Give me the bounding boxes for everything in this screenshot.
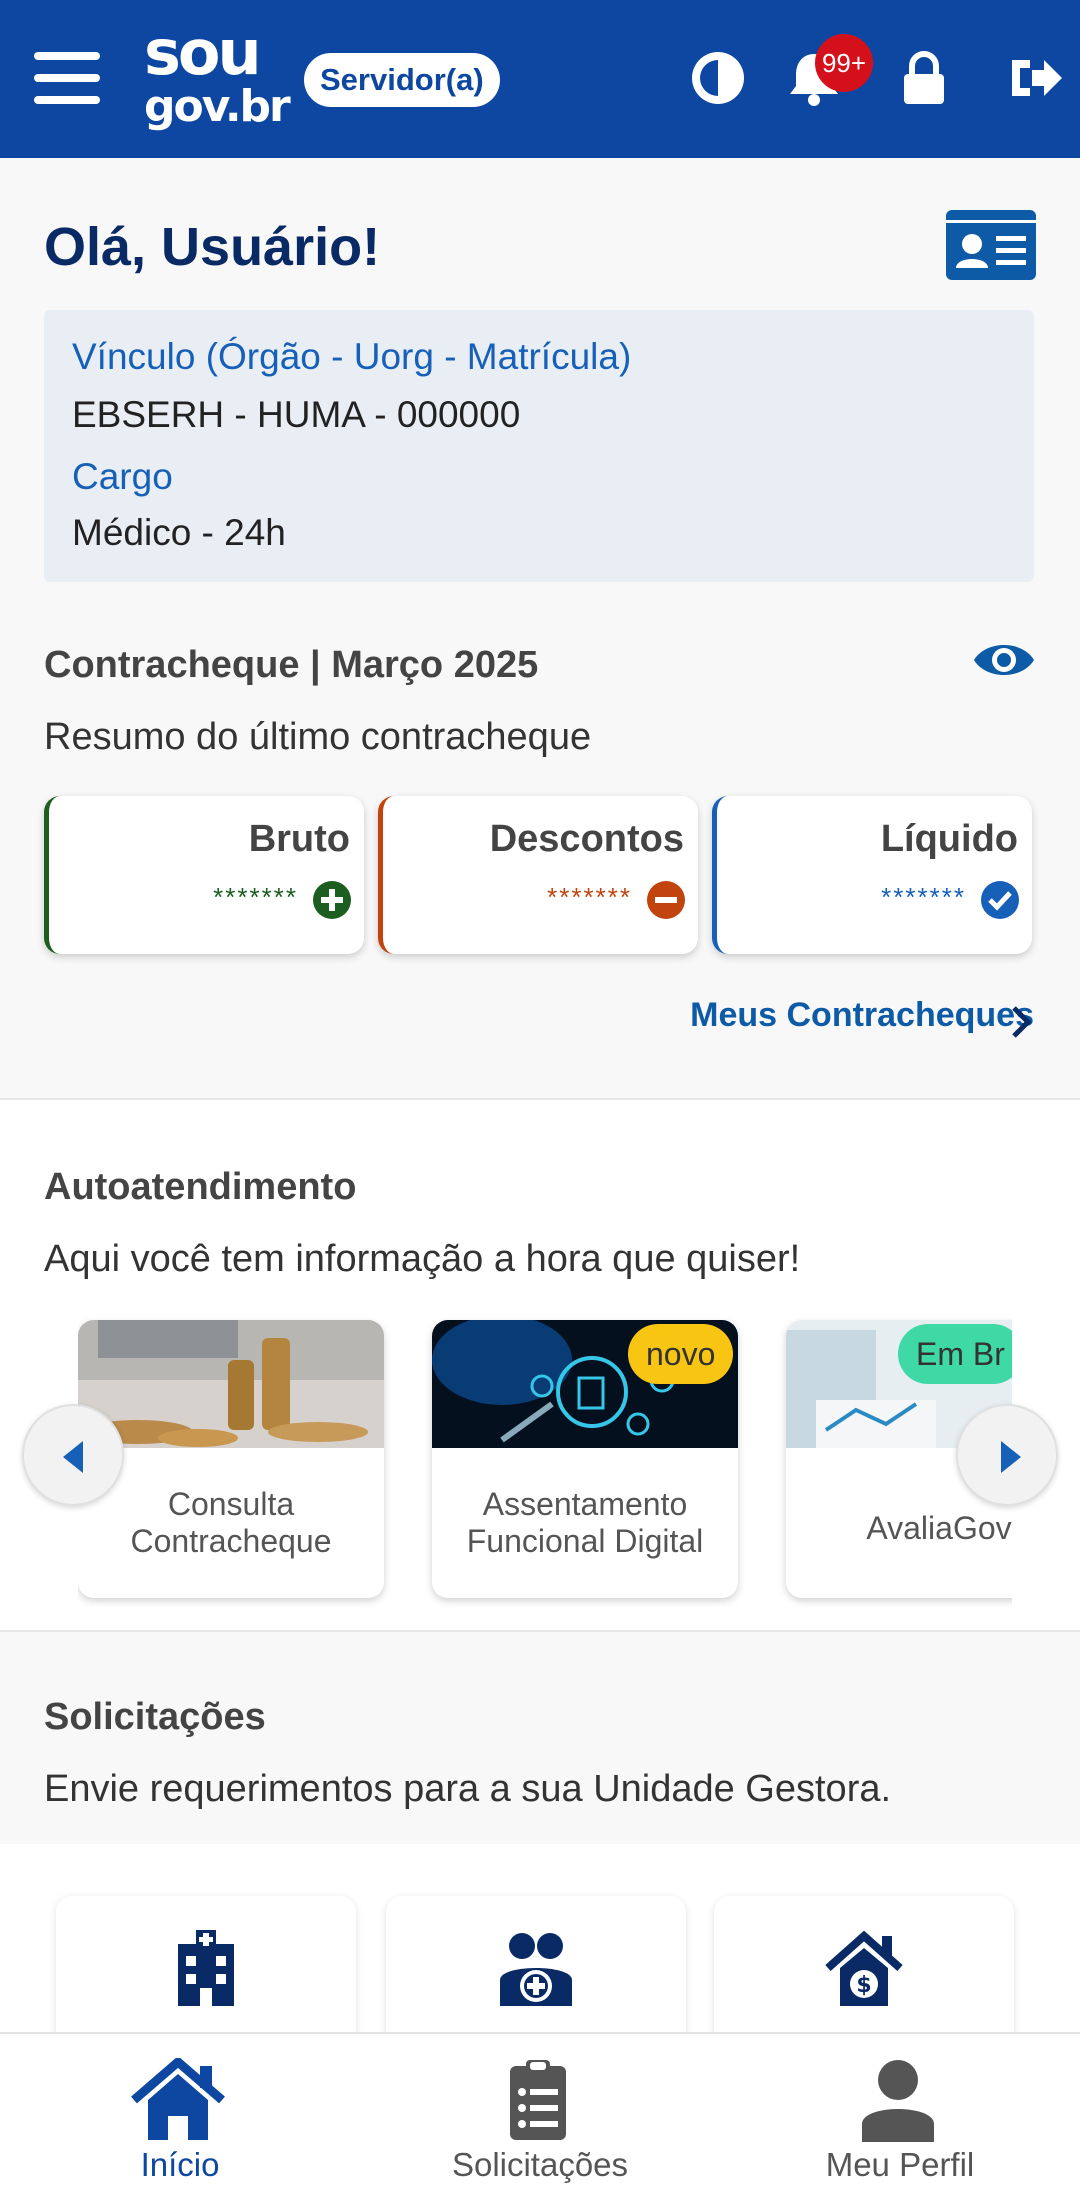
deductions-card[interactable]: Descontos ******* <box>378 796 698 954</box>
plus-circle-icon <box>313 881 351 919</box>
hospital-icon <box>178 1930 234 2006</box>
carousel-next-button[interactable] <box>956 1404 1058 1506</box>
clipboard-list-icon <box>510 2060 566 2140</box>
arrow-right-icon <box>1001 1441 1021 1473</box>
service-card-digital-record[interactable]: novo Assentamento Funcional Digital <box>432 1320 738 1598</box>
net-card[interactable]: Líquido ******* <box>712 796 1032 954</box>
requests-title: Solicitações <box>44 1696 266 1738</box>
net-label: Líquido <box>880 818 1018 860</box>
arrow-left-icon <box>63 1441 83 1473</box>
section-divider <box>0 1630 1080 1632</box>
sougov-logo: sou gov.br <box>142 18 291 140</box>
deductions-label: Descontos <box>489 818 684 860</box>
coming-soon-tag: Em Br <box>898 1324 1012 1384</box>
role-badge[interactable]: Servidor(a) <box>304 53 500 107</box>
chevron-right-icon[interactable] <box>1010 1004 1032 1040</box>
gross-card[interactable]: Bruto ******* <box>44 796 364 954</box>
payslip-title: Contracheque | Março 2025 <box>44 644 539 686</box>
deductions-value: ******* <box>547 882 632 912</box>
nav-requests-label: Solicitações <box>451 2146 629 2183</box>
position-value: Médico - 24h <box>72 512 286 553</box>
new-tag: novo <box>628 1324 734 1384</box>
services-carousel[interactable]: Consulta Contracheque novo Assentamento … <box>78 1318 1012 1608</box>
nav-home[interactable]: Início <box>0 2034 360 2204</box>
service-name: Consulta Contracheque <box>130 1486 332 1559</box>
top-app-bar: sou gov.br Servidor(a) 99+ <box>0 0 1080 158</box>
gross-label: Bruto <box>248 818 350 860</box>
nav-requests[interactable]: Solicitações <box>360 2034 720 2204</box>
my-payslips-link[interactable]: Meus Contracheques <box>690 996 1034 1035</box>
house-money-icon: $ <box>825 1930 903 2006</box>
check-circle-icon <box>981 881 1019 919</box>
self-service-subtitle: Aqui você tem informação a hora que quis… <box>44 1238 801 1280</box>
home-icon <box>131 2058 225 2140</box>
logo-line-1: sou <box>144 16 262 89</box>
eye-icon[interactable] <box>972 636 1036 684</box>
family-health-icon <box>500 1933 572 2006</box>
menu-icon[interactable] <box>34 52 100 104</box>
id-card-icon[interactable] <box>946 210 1036 280</box>
payslip-subtitle: Resumo do último contracheque <box>44 716 592 758</box>
notification-badge: 99+ <box>815 34 873 92</box>
net-value: ******* <box>881 882 966 912</box>
nav-profile[interactable]: Meu Perfil <box>720 2034 1080 2204</box>
minus-circle-icon <box>647 881 685 919</box>
logo-line-2: gov.br <box>144 81 291 132</box>
service-name: Assentamento Funcional Digital <box>466 1486 704 1559</box>
nav-profile-label: Meu Perfil <box>825 2146 975 2183</box>
position-label: Cargo <box>72 456 173 497</box>
svg-text:$: $ <box>856 1973 871 1998</box>
link-value: EBSERH - HUMA - 000000 <box>72 394 521 435</box>
link-label: Vínculo (Órgão - Uorg - Matrícula) <box>72 336 632 377</box>
self-service-title: Autoatendimento <box>44 1166 357 1208</box>
requests-subtitle: Envie requerimentos para a sua Unidade G… <box>44 1768 892 1810</box>
nav-home-label: Início <box>140 2146 220 2183</box>
service-card-payslip[interactable]: Consulta Contracheque <box>78 1320 384 1598</box>
coins-image <box>78 1320 384 1448</box>
contrast-icon[interactable] <box>686 46 750 110</box>
logout-icon[interactable] <box>1004 46 1068 110</box>
user-icon <box>862 2060 934 2142</box>
carousel-prev-button[interactable] <box>22 1404 124 1506</box>
greeting-title: Olá, Usuário! <box>44 217 381 277</box>
service-name: AvaliaGov <box>866 1510 1012 1546</box>
gross-value: ******* <box>213 882 298 912</box>
lock-icon[interactable] <box>892 46 956 110</box>
employment-info-box: Vínculo (Órgão - Uorg - Matrícula) EBSER… <box>44 310 1034 582</box>
bottom-navigation: Início Solicitações Meu Perfil <box>0 2032 1080 2204</box>
